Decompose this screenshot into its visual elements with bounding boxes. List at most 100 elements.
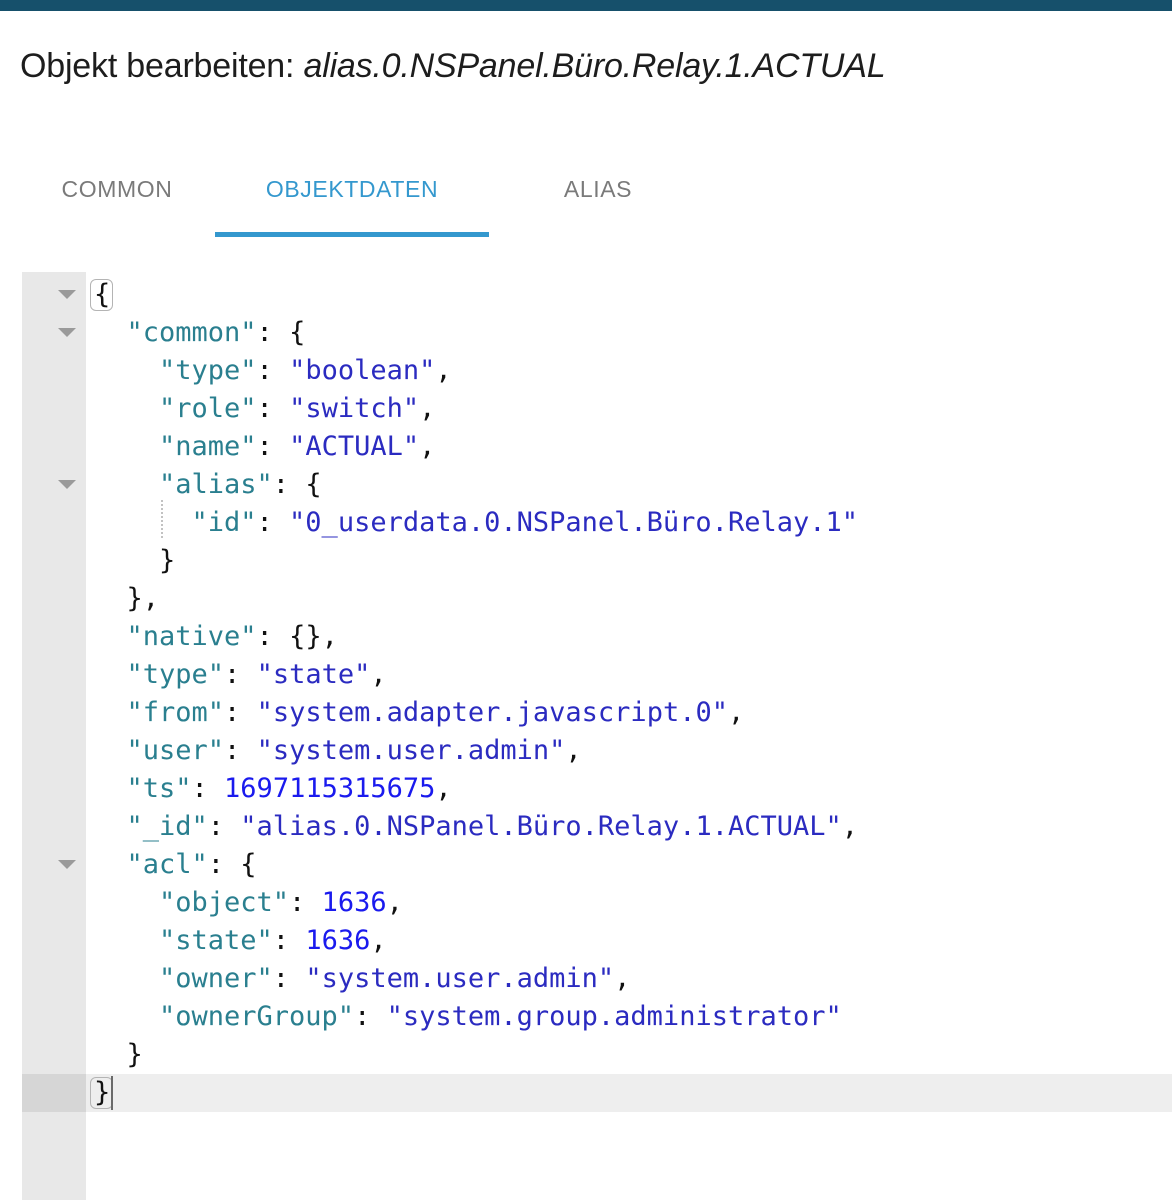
code-token-str: "state" [256,659,371,690]
code-line[interactable]: "state": 1636, [159,922,387,960]
code-token-str: "ACTUAL" [289,431,420,462]
code-token-brace: } [126,583,143,614]
code-line[interactable]: "name": "ACTUAL", [159,428,435,466]
code-token-brace: { [289,317,306,348]
code-line[interactable]: { [94,276,110,314]
code-token-punc: : [207,811,241,842]
code-token-punc: , [142,583,160,614]
code-line[interactable]: }, [127,580,160,618]
code-line[interactable]: "role": "switch", [159,390,435,428]
tab-common[interactable]: COMMON [48,160,186,218]
code-token-key: "state" [159,925,273,956]
code-line[interactable]: } [94,1074,110,1112]
code-token-num: 1636 [305,925,371,956]
fold-toggle-icon[interactable] [58,480,76,489]
code-token-brace: } [94,1077,111,1108]
code-token-key: "name" [159,431,257,462]
code-line[interactable]: "acl": { [127,846,257,884]
code-token-key: "native" [126,621,257,652]
editor-code-area[interactable]: {"common": {"type": "boolean", "role": "s… [86,272,1172,1200]
code-line[interactable]: "type": "state", [127,656,387,694]
code-token-key: "role" [159,393,257,424]
code-token-punc: , [370,659,387,690]
code-token-str: "system.user.admin" [305,963,615,994]
fold-toggle-icon[interactable] [58,860,76,869]
code-line[interactable]: "object": 1636, [159,884,403,922]
fold-toggle-icon[interactable] [58,290,76,299]
tab-objektdaten[interactable]: OBJEKTDATEN [215,160,489,218]
tab-active-indicator [215,232,489,237]
json-editor[interactable]: {"common": {"type": "boolean", "role": "s… [0,272,1172,1200]
code-line[interactable]: "from": "system.adapter.javascript.0", [127,694,745,732]
code-token-punc: , [435,355,452,386]
code-token-key: "acl" [126,849,208,880]
top-accent-bar [0,0,1172,11]
code-token-punc: : [207,849,241,880]
code-token-key: "from" [126,697,225,728]
code-token-key: "common" [126,317,257,348]
code-token-str: "alias.0.NSPanel.Büro.Relay.1.ACTUAL" [240,811,842,842]
code-token-key: "type" [159,355,257,386]
editor-active-line-highlight [86,1074,1172,1112]
code-line[interactable]: "type": "boolean", [159,352,452,390]
code-token-key: "object" [159,887,290,918]
code-token-brace: { [94,279,111,310]
code-token-punc: : [289,887,322,918]
code-token-key: "_id" [126,811,208,842]
code-token-brace: { [240,849,257,880]
code-line[interactable]: } [127,1036,143,1074]
code-line[interactable]: "ts": 1697115315675, [127,770,452,808]
editor-gutter[interactable] [22,272,86,1200]
code-token-punc: : [354,1001,387,1032]
code-token-key: "ownerGroup" [159,1001,355,1032]
code-line[interactable]: } [159,542,175,580]
code-token-key: "user" [126,735,225,766]
tab-alias[interactable]: ALIAS [537,160,659,218]
code-token-str: "system.user.admin" [256,735,566,766]
code-line[interactable]: "id": "0_userdata.0.NSPanel.Büro.Relay.1… [192,504,859,542]
tab-bar: COMMON OBJEKTDATEN ALIAS [0,160,1172,238]
code-token-punc: , [614,963,631,994]
code-token-punc: , [841,811,859,842]
code-token-str: "system.adapter.javascript.0" [256,697,728,728]
code-token-punc: , [435,773,452,804]
code-token-punc: : [191,773,225,804]
code-token-punc: , [370,925,387,956]
code-token-str: "switch" [289,393,420,424]
code-token-brace: {} [289,621,322,652]
code-token-brace: { [305,469,322,500]
code-token-punc: : [224,735,257,766]
code-token-str: "boolean" [289,355,436,386]
code-line[interactable]: "_id": "alias.0.NSPanel.Büro.Relay.1.ACT… [127,808,859,846]
indent-guide [161,500,163,538]
text-caret [111,1076,114,1110]
code-line[interactable]: "alias": { [159,466,322,504]
code-token-punc: , [419,393,436,424]
page-title: Objekt bearbeiten: alias.0.NSPanel.Büro.… [20,45,886,87]
fold-toggle-icon[interactable] [58,328,76,337]
page-title-object-id: alias.0.NSPanel.Büro.Relay.1.ACTUAL [303,47,886,85]
code-token-key: "owner" [159,963,273,994]
code-token-punc: , [565,735,582,766]
code-line[interactable]: "owner": "system.user.admin", [159,960,630,998]
code-token-punc: : [272,469,306,500]
code-line[interactable]: "user": "system.user.admin", [127,732,582,770]
code-line[interactable]: "ownerGroup": "system.group.administrato… [159,998,842,1036]
code-line[interactable]: "native": {}, [127,618,338,656]
code-token-key: "id" [191,507,257,538]
code-token-punc: : [272,963,306,994]
code-token-punc: : [256,393,290,424]
code-token-punc: , [727,697,745,728]
code-token-punc: : [256,507,290,538]
code-token-str: "0_userdata.0.NSPanel.Büro.Relay.1" [289,507,858,538]
code-token-brace: } [159,545,176,576]
code-token-punc: , [321,621,338,652]
code-token-key: "alias" [159,469,273,500]
code-token-punc: : [256,317,290,348]
code-token-str: "system.group.administrator" [386,1001,842,1032]
code-token-punc: : [224,697,257,728]
gutter-active-line [22,1074,86,1112]
code-line[interactable]: "common": { [127,314,306,352]
code-token-punc: : [224,659,257,690]
code-token-brace: } [126,1039,143,1070]
